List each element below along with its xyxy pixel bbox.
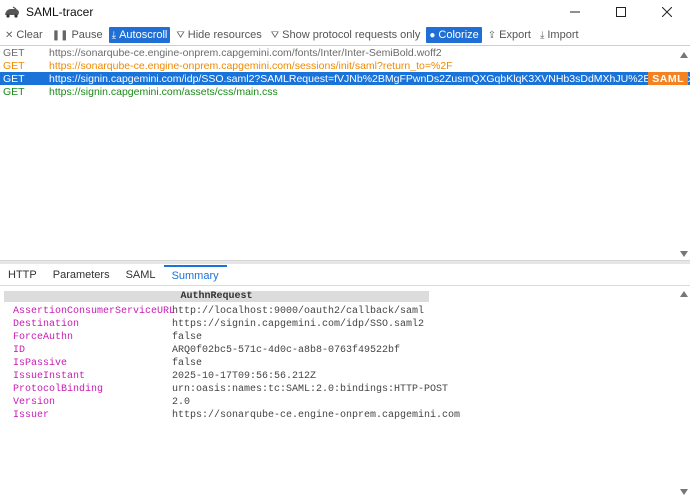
request-method: GET — [3, 59, 25, 72]
request-url: https://signin.capgemini.com/assets/css/… — [49, 85, 278, 98]
summary-value: false — [172, 332, 203, 343]
summary-key: Version — [13, 397, 56, 408]
summary-value: https://signin.capgemini.com/idp/SSO.sam… — [172, 319, 425, 330]
summary-key: ProtocolBinding — [13, 384, 104, 395]
title-bar: SAML-tracer — [0, 0, 690, 24]
hide-resources-button[interactable]: ⛛ Hide resources — [173, 27, 264, 43]
summary-row: IssueInstant 2025-10-17T09:56:56.212Z — [13, 371, 316, 383]
pause-button[interactable]: ❚❚ Pause — [49, 27, 106, 43]
request-url: https://sonarqube-ce.engine-onprem.capge… — [49, 59, 453, 72]
tab-http[interactable]: HTTP — [0, 265, 45, 285]
request-method: GET — [3, 85, 25, 98]
summary-row: ProtocolBinding urn:oasis:names:tc:SAML:… — [13, 384, 448, 396]
request-url: https://signin.capgemini.com/idp/SSO.sam… — [49, 72, 690, 85]
request-method: GET — [3, 46, 25, 59]
summary-value: https://sonarqube-ce.engine-onprem.capge… — [172, 410, 461, 421]
scroll-down-arrow-icon[interactable] — [680, 489, 688, 495]
close-icon: ✕ — [5, 29, 14, 41]
summary-key: ID — [13, 345, 26, 356]
pause-icon: ❚❚ — [51, 29, 69, 41]
saml-badge: SAML — [648, 72, 688, 85]
export-icon: ⇪ — [487, 29, 497, 41]
scroll-down-arrow-icon[interactable] — [680, 251, 688, 257]
request-list: GET https://sonarqube-ce.engine-onprem.c… — [0, 46, 690, 260]
summary-value: http://localhost:9000/oauth2/callback/sa… — [172, 306, 425, 317]
request-row-selected[interactable]: GET https://signin.capgemini.com/idp/SSO… — [0, 72, 690, 85]
summary-key: IsPassive — [13, 358, 68, 369]
import-icon: ⤓ — [539, 29, 545, 41]
show-protocol-requests-button[interactable]: ⛛ Show protocol requests only — [268, 27, 424, 43]
summary-row: Destination https://signin.capgemini.com… — [13, 319, 424, 331]
summary-value: 2025-10-17T09:56:56.212Z — [172, 371, 317, 382]
maximize-icon — [616, 7, 626, 17]
summary-row: AssertionConsumerServiceURL http://local… — [13, 306, 424, 318]
autoscroll-button[interactable]: ⤓ Autoscroll — [108, 27, 171, 43]
colorize-button-label: Colorize — [438, 29, 479, 41]
summary-header: AuthnRequest — [4, 291, 429, 302]
summary-row: Issuer https://sonarqube-ce.engine-onpre… — [13, 410, 460, 422]
request-method: GET — [3, 72, 25, 85]
summary-key: IssueInstant — [13, 371, 86, 382]
clear-button-label: Clear — [16, 29, 43, 41]
filter-icon: ⛛ — [176, 29, 185, 41]
autoscroll-button-label: Autoscroll — [119, 29, 168, 41]
window-title: SAML-tracer — [26, 5, 94, 19]
download-icon: ⤓ — [111, 29, 117, 41]
colorize-button[interactable]: ● Colorize — [426, 27, 482, 43]
summary-row: ForceAuthn false — [13, 332, 202, 344]
palette-icon: ● — [429, 29, 436, 41]
summary-value: false — [172, 358, 203, 369]
summary-value: 2.0 — [172, 397, 191, 408]
close-icon — [662, 7, 672, 17]
summary-panel: AuthnRequest AssertionConsumerServiceURL… — [0, 287, 690, 499]
minimize-button[interactable] — [552, 0, 598, 24]
summary-row: Version 2.0 — [13, 397, 190, 409]
import-button[interactable]: ⤓ Import — [537, 27, 582, 43]
window-controls — [552, 0, 690, 24]
export-button[interactable]: ⇪ Export — [485, 27, 534, 43]
request-row[interactable]: GET https://sonarqube-ce.engine-onprem.c… — [0, 46, 690, 59]
request-url: https://sonarqube-ce.engine-onprem.capge… — [49, 46, 442, 59]
pause-button-label: Pause — [71, 29, 103, 41]
toolbar: ✕ Clear ❚❚ Pause ⤓ Autoscroll ⛛ Hide res… — [0, 26, 690, 44]
summary-row: IsPassive false — [13, 358, 202, 370]
clear-button[interactable]: ✕ Clear — [2, 27, 46, 43]
summary-key: ForceAuthn — [13, 332, 74, 343]
import-button-label: Import — [547, 29, 579, 41]
summary-key: Destination — [13, 319, 80, 330]
scroll-up-arrow-icon[interactable] — [680, 291, 688, 297]
summary-key: AssertionConsumerServiceURL — [13, 306, 176, 317]
tab-saml[interactable]: SAML — [118, 265, 164, 285]
scroll-up-arrow-icon[interactable] — [680, 52, 688, 58]
filter-icon: ⛛ — [270, 29, 280, 41]
detail-tabs: HTTP Parameters SAML Summary — [0, 265, 690, 286]
export-button-label: Export — [499, 29, 531, 41]
show-protocol-requests-button-label: Show protocol requests only — [282, 29, 421, 41]
close-button[interactable] — [644, 0, 690, 24]
summary-value: ARQ0f02bc5-571c-4d0c-a8b8-0763f49522bf — [172, 345, 401, 356]
request-row[interactable]: GET https://sonarqube-ce.engine-onprem.c… — [0, 59, 690, 72]
hide-resources-button-label: Hide resources — [187, 29, 262, 41]
maximize-button[interactable] — [598, 0, 644, 24]
summary-value: urn:oasis:names:tc:SAML:2.0:bindings:HTT… — [172, 384, 449, 395]
minimize-icon — [570, 11, 580, 13]
summary-key: Issuer — [13, 410, 50, 421]
pane-splitter[interactable] — [0, 260, 690, 264]
request-row[interactable]: GET https://signin.capgemini.com/assets/… — [0, 85, 690, 98]
summary-row: ID ARQ0f02bc5-571c-4d0c-a8b8-0763f49522b… — [13, 345, 400, 357]
saml-tracer-app-icon — [4, 5, 20, 19]
tab-summary[interactable]: Summary — [163, 265, 227, 285]
tab-parameters[interactable]: Parameters — [45, 265, 118, 285]
